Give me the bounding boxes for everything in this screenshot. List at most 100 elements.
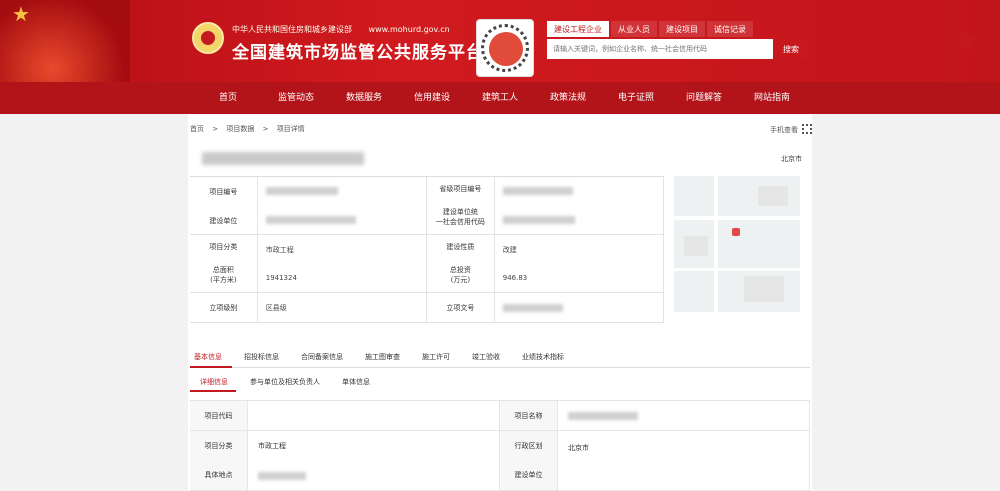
tab-completion[interactable]: 竣工验收 [468, 348, 510, 368]
detail-region-label: 行政区划 [514, 441, 543, 450]
category-label: 项目分类 [209, 242, 238, 251]
area-value: 1941324 [265, 274, 297, 283]
builder-label: 建设单位 [209, 216, 238, 225]
search-input[interactable] [547, 39, 773, 59]
mobile-view-button[interactable]: 手机查看 [770, 124, 812, 135]
subtab-details[interactable]: 详细信息 [190, 372, 236, 392]
detail-table: 项目代码 项目名称 项目分类 具体地点 市政工程 行政区划 建设单位 北京市 [190, 400, 810, 491]
detail-category-value: 市政工程 [258, 442, 286, 451]
breadcrumb: 首页 > 项目数据 > 项目详情 [190, 124, 311, 134]
nav-guide[interactable]: 网站指南 [738, 82, 806, 114]
subtab-participants[interactable]: 参与单位及相关负责人 [240, 372, 328, 392]
project-code-value [258, 177, 427, 234]
nav-policy[interactable]: 政策法规 [534, 82, 602, 114]
breadcrumb-home[interactable]: 首页 [190, 125, 204, 133]
approval-level-label: 立项级别 [190, 293, 258, 322]
tab-construction-permit[interactable]: 施工许可 [418, 348, 460, 368]
project-code-label: 项目编号 [209, 187, 238, 196]
nav-faq[interactable]: 问题解答 [670, 82, 738, 114]
detail-address-redacted [258, 471, 306, 480]
provincial-code-label: 省级项目编号 [439, 184, 482, 193]
map-road [714, 176, 718, 312]
detail-project-code-value [248, 401, 500, 430]
site-title[interactable]: 全国建筑市场监管公共服务平台 [232, 38, 484, 63]
detail-project-name-value [558, 401, 810, 430]
redacted-value [265, 215, 356, 224]
project-detail-panel: 首页 > 项目数据 > 项目详情 手机查看 北京市 项目编号 建设单位 省级项目… [188, 114, 812, 491]
detail-category-label: 项目分类 [204, 441, 233, 450]
search-tab-personnel[interactable]: 从业人员 [611, 21, 657, 37]
detail-labels-left: 项目分类 具体地点 [190, 431, 248, 490]
location-map[interactable] [674, 176, 800, 312]
nature-investment-values: 改建 946.83 [495, 235, 664, 292]
label-column: 项目编号 建设单位 [190, 177, 258, 235]
detail-values-right: 北京市 [558, 431, 810, 490]
breadcrumb-separator: > [212, 125, 219, 133]
nav-credit[interactable]: 信用建设 [398, 82, 466, 114]
detail-builder-label: 建设单位 [514, 471, 543, 480]
ministry-url[interactable]: www.mohurd.gov.cn [369, 25, 450, 34]
redacted-value [568, 411, 638, 420]
national-emblem-logo[interactable] [192, 22, 224, 54]
detail-address-label: 具体地点 [204, 471, 233, 480]
subtab-units[interactable]: 单体信息 [332, 372, 378, 392]
map-block [684, 236, 708, 256]
label-column: 项目分类 总面积 (平方米) [190, 235, 258, 292]
category-area-values: 市政工程 1941324 [258, 235, 427, 292]
main-tabs: 基本信息 招投标信息 合同备案信息 施工图审查 施工许可 竣工验收 业绩技术指标 [190, 348, 810, 368]
search-tab-project[interactable]: 建设项目 [659, 21, 705, 37]
investment-label: 总投资 (万元) [449, 266, 471, 285]
label-column: 省级项目编号 建设单位统 一社会信用代码 [427, 177, 495, 234]
redacted-value [502, 215, 575, 224]
nature-label: 建设性质 [446, 242, 475, 251]
nav-workers[interactable]: 建筑工人 [466, 82, 534, 114]
detail-values-left: 市政工程 [248, 431, 500, 490]
breadcrumb-project-data[interactable]: 项目数据 [226, 125, 254, 133]
mobile-view-label: 手机查看 [770, 126, 798, 134]
nav-home[interactable]: 首页 [194, 82, 262, 114]
tab-contract[interactable]: 合同备案信息 [297, 348, 353, 368]
breadcrumb-separator: > [262, 125, 269, 133]
redacted-value [502, 187, 573, 196]
approval-doc-value [495, 293, 664, 322]
map-marker-icon[interactable] [732, 228, 740, 236]
search-tabs: 建设工程企业 从业人员 建设项目 诚信记录 [547, 21, 809, 37]
star-decoration-icon: ★ [949, 20, 980, 60]
qr-code [476, 19, 534, 77]
search-tab-enterprise[interactable]: 建设工程企业 [547, 21, 609, 37]
search-panel: 建设工程企业 从业人员 建设项目 诚信记录 搜索 [547, 21, 809, 61]
redacted-value [265, 187, 338, 196]
builder-credit-label: 建设单位统 一社会信用代码 [435, 208, 485, 227]
detail-region-value: 北京市 [568, 444, 589, 453]
ministry-name: 中华人民共和国住房和城乡建设部 www.mohurd.gov.cn [232, 24, 450, 35]
category-value: 市政工程 [265, 245, 294, 254]
nature-value: 改建 [502, 245, 517, 254]
tab-bidding[interactable]: 招投标信息 [240, 348, 289, 368]
detail-project-name-label: 项目名称 [500, 401, 558, 430]
header-banner: ★ ★ 中华人民共和国住房和城乡建设部 www.mohurd.gov.cn 全国… [0, 0, 1000, 82]
qr-small-icon [802, 124, 812, 134]
detail-labels-right: 行政区划 建设单位 [500, 431, 558, 490]
map-block [744, 276, 784, 302]
label-column: 建设性质 总投资 (万元) [427, 235, 495, 292]
map-road [674, 216, 800, 220]
tab-drawing-review[interactable]: 施工图审查 [361, 348, 410, 368]
ministry-label: 中华人民共和国住房和城乡建设部 [232, 25, 352, 34]
nav-certificates[interactable]: 电子证照 [602, 82, 670, 114]
approval-level-value: 区县级 [258, 293, 427, 322]
main-nav: 首页 监管动态 数据服务 信用建设 建筑工人 政策法规 电子证照 问题解答 网站… [0, 82, 1000, 114]
tab-performance[interactable]: 业绩技术指标 [518, 348, 574, 368]
area-label: 总面积 (平方米) [210, 266, 237, 285]
star-icon: ★ [12, 2, 30, 26]
qr-center-icon [489, 32, 523, 66]
nav-regulation[interactable]: 监管动态 [262, 82, 330, 114]
nav-data[interactable]: 数据服务 [330, 82, 398, 114]
search-tab-credit[interactable]: 诚信记录 [707, 21, 753, 37]
tab-basic-info[interactable]: 基本信息 [190, 348, 232, 368]
project-info-grid: 项目编号 建设单位 省级项目编号 建设单位统 一社会信用代码 项目分类 总面积 … [190, 176, 664, 323]
redacted-value [502, 303, 563, 312]
project-location: 北京市 [781, 155, 802, 163]
investment-value: 946.83 [502, 274, 528, 283]
search-button[interactable]: 搜索 [773, 39, 809, 59]
map-road [674, 268, 800, 271]
